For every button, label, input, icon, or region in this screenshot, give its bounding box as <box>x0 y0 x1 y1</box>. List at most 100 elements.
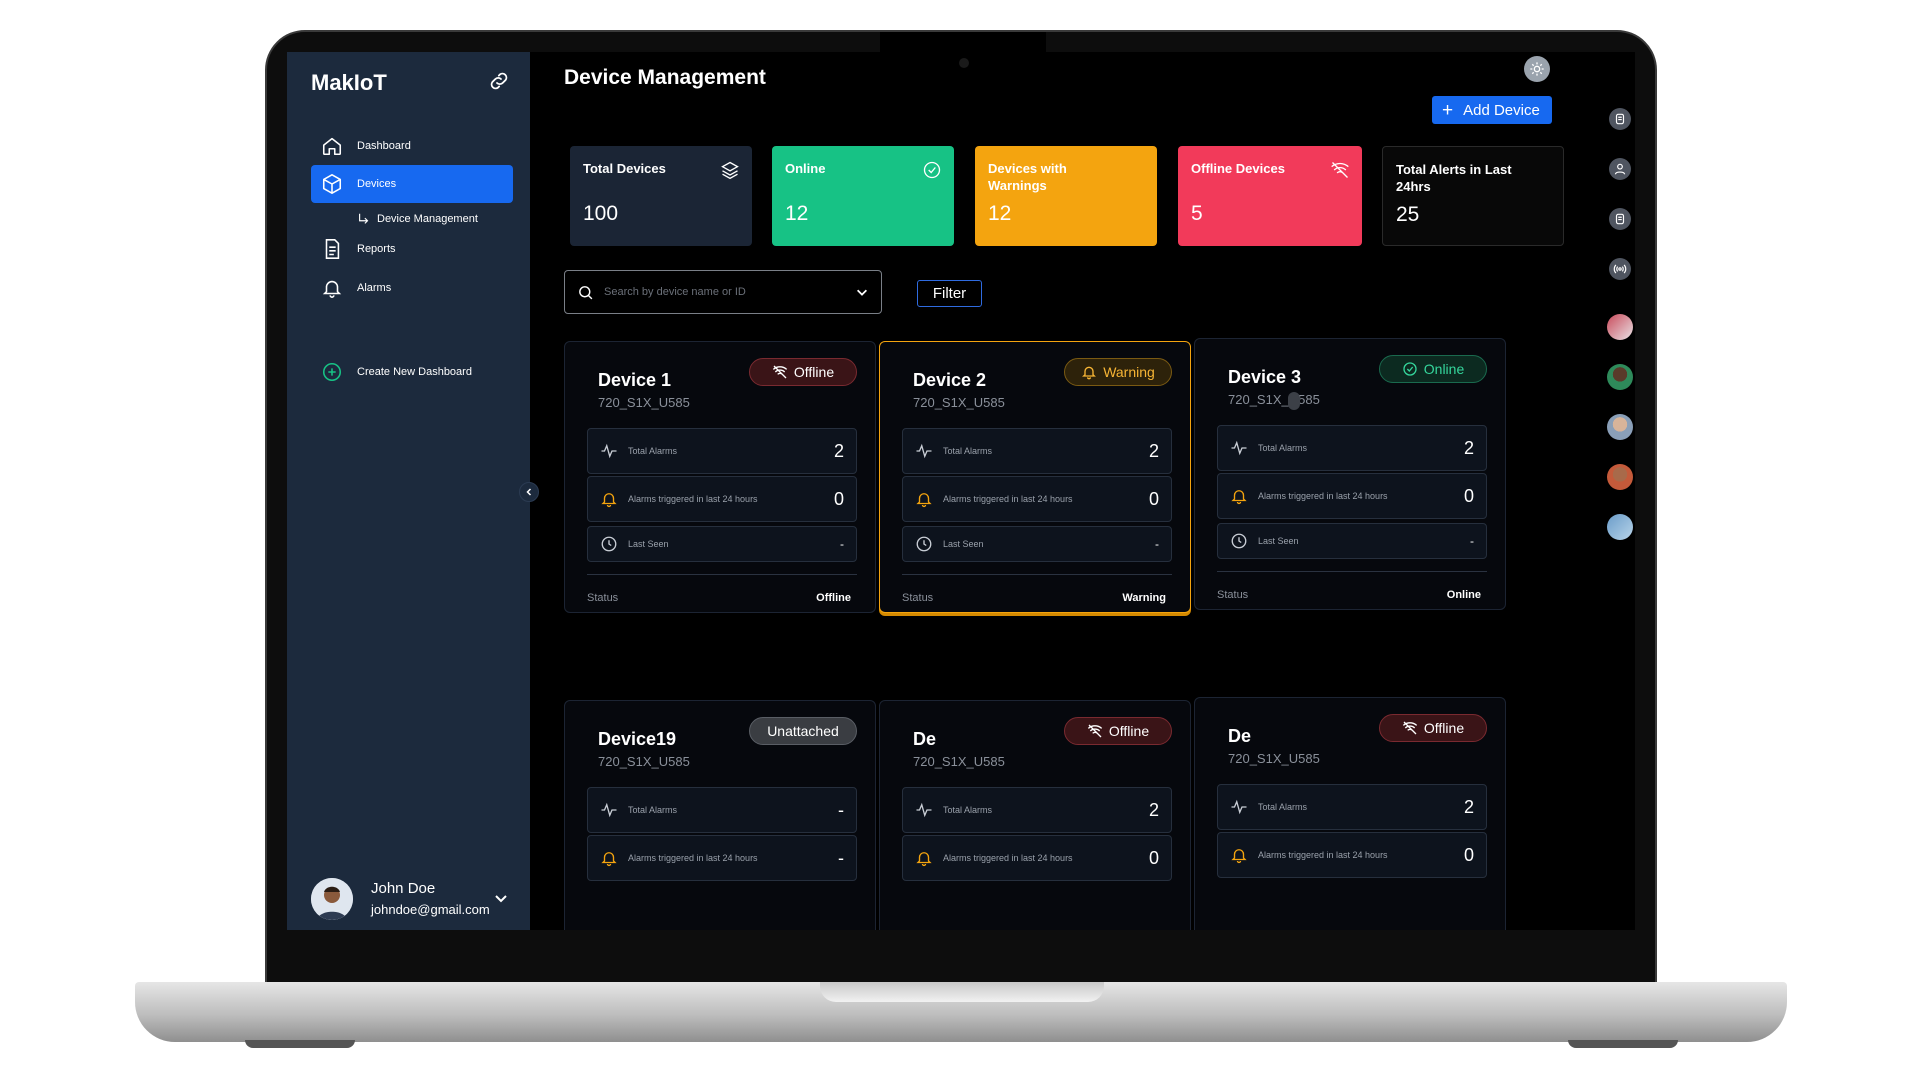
chevron-down-icon[interactable] <box>855 285 869 299</box>
last-seen-row: Last Seen - <box>1217 523 1487 559</box>
laptop-groove <box>820 982 1104 1002</box>
add-device-button[interactable]: + Add Device <box>1432 96 1552 124</box>
avatar <box>311 878 353 920</box>
activity-icon <box>1231 440 1247 456</box>
row-value: 0 <box>1148 488 1159 509</box>
search-input[interactable]: Search by device name or ID <box>564 270 882 314</box>
create-dashboard-button[interactable]: Create New Dashboard <box>311 353 513 391</box>
status-badge: Unattached <box>749 717 857 745</box>
total-alarms-row: Total Alarms 2 <box>1217 425 1487 471</box>
sidebar-item-reports[interactable]: Reports <box>311 230 513 268</box>
avatar[interactable] <box>1607 414 1633 440</box>
rail-user-button[interactable] <box>1609 158 1631 180</box>
wifi-off-icon <box>1087 724 1103 738</box>
stat-card-alerts-24h[interactable]: Total Alerts in Last 24hrs 25 <box>1382 146 1564 246</box>
status-value: Offline <box>816 592 851 604</box>
row-value: 2 <box>1148 799 1159 820</box>
row-label: Alarms triggered in last 24 hours <box>943 494 1073 504</box>
device-card[interactable]: Device 2 720_S1X_U585 Warning Total Alar… <box>879 341 1191 613</box>
activity-icon <box>916 443 932 459</box>
last-seen-row: Last Seen - <box>902 526 1172 562</box>
activity-icon <box>601 443 617 459</box>
collapse-sidebar-button[interactable] <box>519 482 539 502</box>
avatar[interactable] <box>1607 514 1633 540</box>
cube-icon <box>322 174 342 194</box>
chevron-left-icon <box>526 488 532 496</box>
user-profile[interactable]: John Doe johndoe@gmail.com <box>311 876 516 924</box>
row-label: Alarms triggered in last 24 hours <box>1258 491 1388 501</box>
row-value: 0 <box>1463 485 1474 506</box>
search-placeholder: Search by device name or ID <box>604 286 746 298</box>
page-title: Device Management <box>564 66 766 89</box>
status-badge: Warning <box>1064 358 1172 386</box>
check-circle-icon <box>923 161 941 179</box>
device-name: De <box>1228 726 1252 746</box>
total-alarms-row: Total Alarms 2 <box>902 787 1172 833</box>
device-card[interactable]: Device19 720_S1X_U585 Unattached Total A… <box>564 700 876 930</box>
device-name: Device 1 <box>598 370 672 390</box>
bell-icon <box>1082 366 1097 380</box>
chevron-down-icon[interactable] <box>493 890 509 906</box>
status-badge-label: Online <box>1423 361 1465 377</box>
home-icon <box>322 137 342 156</box>
status-value: Online <box>1446 589 1481 601</box>
status-badge-label: Offline <box>1108 723 1150 739</box>
alarms-24h-row: Alarms triggered in last 24 hours - <box>587 835 857 881</box>
rail-device-button[interactable] <box>1609 108 1631 130</box>
user-avatar-icon <box>311 878 353 920</box>
status-label: Status <box>1217 589 1249 601</box>
device-card[interactable]: De 720_S1X_U585 Offline Total Alarms 2 A… <box>1194 697 1506 930</box>
scroll-handle[interactable] <box>1288 392 1300 410</box>
rail-broadcast-button[interactable] <box>1609 258 1631 280</box>
status-badge-label: Unattached <box>767 723 839 739</box>
theme-toggle-button[interactable] <box>1524 56 1550 82</box>
bell-icon <box>1231 490 1247 505</box>
status-badge: Online <box>1379 355 1487 383</box>
stat-card-offline[interactable]: Offline Devices 5 <box>1178 146 1362 246</box>
last-seen-row: Last Seen - <box>587 526 857 562</box>
filter-button[interactable]: Filter <box>917 280 982 307</box>
row-value: 2 <box>1463 796 1474 817</box>
avatar[interactable] <box>1607 464 1633 490</box>
sidebar-item-alarms[interactable]: Alarms <box>311 269 513 307</box>
sidebar-subitem-device-management[interactable]: Device Management <box>357 212 478 226</box>
row-label: Last Seen <box>943 539 984 549</box>
total-alarms-row: Total Alarms - <box>587 787 857 833</box>
stat-card-online[interactable]: Online 12 <box>772 146 954 246</box>
alarms-24h-row: Alarms triggered in last 24 hours 0 <box>902 476 1172 522</box>
plus-circle-icon <box>322 362 342 382</box>
avatar[interactable] <box>1607 364 1633 390</box>
sun-icon <box>1530 62 1544 76</box>
total-alarms-row: Total Alarms 2 <box>1217 784 1487 830</box>
sidebar-item-dashboard[interactable]: Dashboard <box>311 127 513 165</box>
activity-icon <box>916 802 932 818</box>
broadcast-icon <box>1613 264 1627 274</box>
rail-device-button[interactable] <box>1609 208 1631 230</box>
total-alarms-row: Total Alarms 2 <box>902 428 1172 474</box>
link-icon[interactable] <box>487 69 511 93</box>
device-icon <box>1615 113 1625 125</box>
stat-value: 12 <box>988 202 1012 225</box>
clock-icon <box>1231 533 1247 549</box>
bell-icon <box>322 280 342 298</box>
device-card[interactable]: Device 3 720_S1X_U585 Online Total Alarm… <box>1194 338 1506 610</box>
stat-card-total-devices[interactable]: Total Devices 100 <box>570 146 752 246</box>
create-dashboard-label: Create New Dashboard <box>357 366 472 378</box>
device-id: 720_S1X_U585 <box>913 754 1005 769</box>
sidebar-item-devices[interactable]: Devices <box>311 165 513 203</box>
status-badge-label: Offline <box>793 364 835 380</box>
row-label: Total Alarms <box>628 805 678 815</box>
wifi-off-icon <box>1402 721 1418 735</box>
device-card[interactable]: Device 1 720_S1X_U585 Offline Total Alar… <box>564 341 876 613</box>
wifi-off-icon <box>1331 162 1349 178</box>
activity-icon <box>1231 799 1247 815</box>
avatar[interactable] <box>1607 314 1633 340</box>
device-card[interactable]: De 720_S1X_U585 Offline Total Alarms 2 A… <box>879 700 1191 930</box>
row-value: - <box>840 537 844 551</box>
stat-card-warnings[interactable]: Devices with Warnings 12 <box>975 146 1157 246</box>
row-label: Total Alarms <box>943 805 993 815</box>
status-badge: Offline <box>749 358 857 386</box>
add-device-label: Add Device <box>1463 101 1540 119</box>
clock-icon <box>601 536 617 552</box>
check-circle-icon <box>1403 362 1417 376</box>
